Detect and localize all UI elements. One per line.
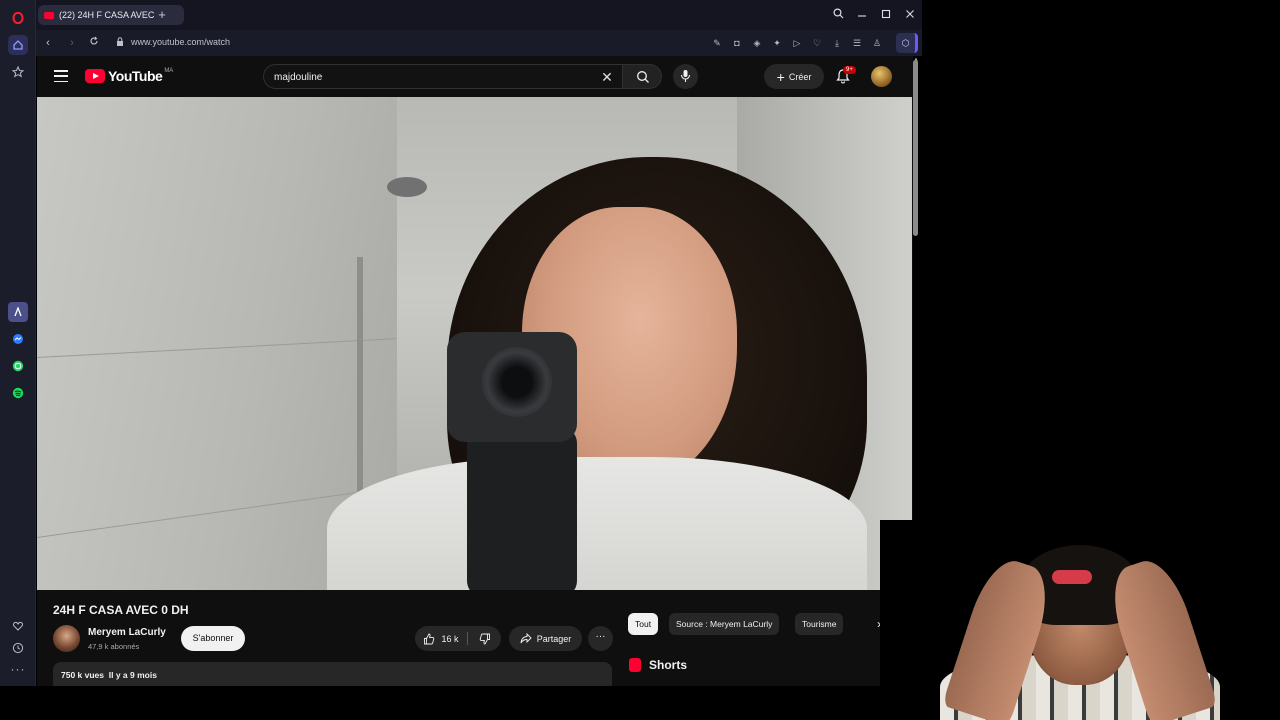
chip-all[interactable]: Tout xyxy=(628,613,659,635)
shorts-icon xyxy=(629,658,641,672)
youtube-header: YouTube MA ✕ + Créer 9+ xyxy=(37,56,913,97)
youtube-logo[interactable]: YouTube MA xyxy=(85,68,173,84)
spotify-icon[interactable] xyxy=(8,383,28,403)
forward-icon[interactable]: › xyxy=(64,35,80,51)
translate-icon[interactable]: ✦ xyxy=(770,36,784,50)
reload-icon[interactable] xyxy=(86,35,102,51)
subscribe-button[interactable]: S'abonner xyxy=(181,626,245,651)
opera-logo-icon[interactable] xyxy=(8,8,28,28)
search-button[interactable] xyxy=(622,64,662,89)
chip-source[interactable]: Source : Meryem LaCurly xyxy=(669,613,780,635)
thumbs-up-icon xyxy=(424,633,435,644)
video-frame-camera-grip xyxy=(467,427,577,590)
tab-title: (22) 24H F CASA AVEC xyxy=(59,10,155,20)
camera-snapshot-icon[interactable]: ◘ xyxy=(730,36,744,50)
home-icon[interactable] xyxy=(8,35,28,55)
menu-lines-icon[interactable]: ☰ xyxy=(850,36,864,50)
video-player[interactable] xyxy=(37,97,912,590)
youtube-favicon-icon xyxy=(44,11,54,19)
shield-icon[interactable]: ◈ xyxy=(750,36,764,50)
channel-avatar[interactable] xyxy=(53,625,80,652)
search-tabs-icon[interactable] xyxy=(830,7,846,23)
download-icon[interactable]: ⤓ xyxy=(830,36,844,50)
more-actions-button[interactable]: ··· xyxy=(588,626,613,651)
whatsapp-icon[interactable] xyxy=(8,356,28,376)
plus-icon: + xyxy=(776,68,785,85)
search-input[interactable] xyxy=(274,69,574,85)
dislike-button[interactable] xyxy=(471,626,499,651)
extension-cube-icon[interactable]: ⬡ xyxy=(896,33,918,53)
like-count: 16 k xyxy=(441,633,459,644)
webcam-headband xyxy=(1052,570,1092,584)
play-icon[interactable]: ▷ xyxy=(790,36,804,50)
video-frame-shirt xyxy=(327,457,867,590)
edit-icon[interactable]: ✎ xyxy=(710,36,724,50)
shorts-heading: Shorts xyxy=(649,658,688,672)
search-icon xyxy=(637,71,649,83)
chip-tourism[interactable]: Tourisme xyxy=(795,613,844,635)
like-divider xyxy=(467,632,468,645)
country-code: MA xyxy=(164,68,174,74)
thumbs-down-icon xyxy=(479,633,490,644)
close-window-icon[interactable] xyxy=(902,7,918,23)
youtube-logo-text: YouTube xyxy=(108,68,163,84)
share-icon xyxy=(520,633,532,644)
voice-search-button[interactable] xyxy=(673,64,698,89)
like-button[interactable]: 16 k xyxy=(415,626,467,651)
share-label: Partager xyxy=(536,633,572,644)
create-label: Créer xyxy=(788,71,812,82)
share-button[interactable]: Partager xyxy=(509,626,582,651)
clear-search-icon[interactable]: ✕ xyxy=(599,69,615,85)
back-icon[interactable]: ‹ xyxy=(40,35,56,51)
minimize-icon[interactable] xyxy=(854,7,870,23)
video-stats: 750 k vues Il y a 9 mois xyxy=(61,670,157,680)
webcam-overlay xyxy=(880,520,1280,720)
video-title: 24H F CASA AVEC 0 DH xyxy=(53,603,189,617)
video-frame-camera-lens xyxy=(482,347,552,417)
address-bar: ‹ › www.youtube.com/watch ✎ ◘ ◈ ✦ ▷ ♡ ⤓ … xyxy=(36,30,922,56)
more-icon[interactable]: ··· xyxy=(8,659,28,679)
create-button[interactable]: + Créer xyxy=(764,64,824,89)
url-field[interactable]: www.youtube.com/watch xyxy=(131,37,230,47)
new-tab-plus-icon[interactable]: + xyxy=(154,7,170,23)
subscriber-count: 47,9 k abonnés xyxy=(88,642,140,651)
like-dislike-group: 16 k xyxy=(415,626,501,651)
description-box[interactable]: 750 k vues Il y a 9 mois xyxy=(53,662,612,686)
microphone-icon xyxy=(680,70,691,82)
page-scrollbar[interactable] xyxy=(913,60,918,236)
heart-icon[interactable] xyxy=(8,616,28,636)
messenger-icon[interactable] xyxy=(8,329,28,349)
aria-icon[interactable] xyxy=(8,302,28,322)
profile-icon[interactable]: ♙ xyxy=(870,36,884,50)
video-frame-shower-head xyxy=(387,177,427,197)
account-avatar[interactable] xyxy=(871,66,892,87)
tab-strip: (22) 24H F CASA AVEC + xyxy=(36,0,922,30)
youtube-page: YouTube MA ✕ + Créer 9+ xyxy=(37,56,913,686)
channel-name[interactable]: Meryem LaCurly xyxy=(88,627,166,638)
star-icon[interactable] xyxy=(8,62,28,82)
browser-sidebar: ··· xyxy=(0,0,36,686)
lock-icon xyxy=(117,37,123,46)
notifications-badge: 9+ xyxy=(843,66,856,74)
history-icon[interactable] xyxy=(8,638,28,658)
search-box: ✕ xyxy=(263,64,622,89)
maximize-icon[interactable] xyxy=(878,7,894,23)
youtube-logo-icon xyxy=(85,69,105,83)
heart-outline-icon[interactable]: ♡ xyxy=(810,36,824,50)
menu-icon[interactable] xyxy=(54,70,68,82)
